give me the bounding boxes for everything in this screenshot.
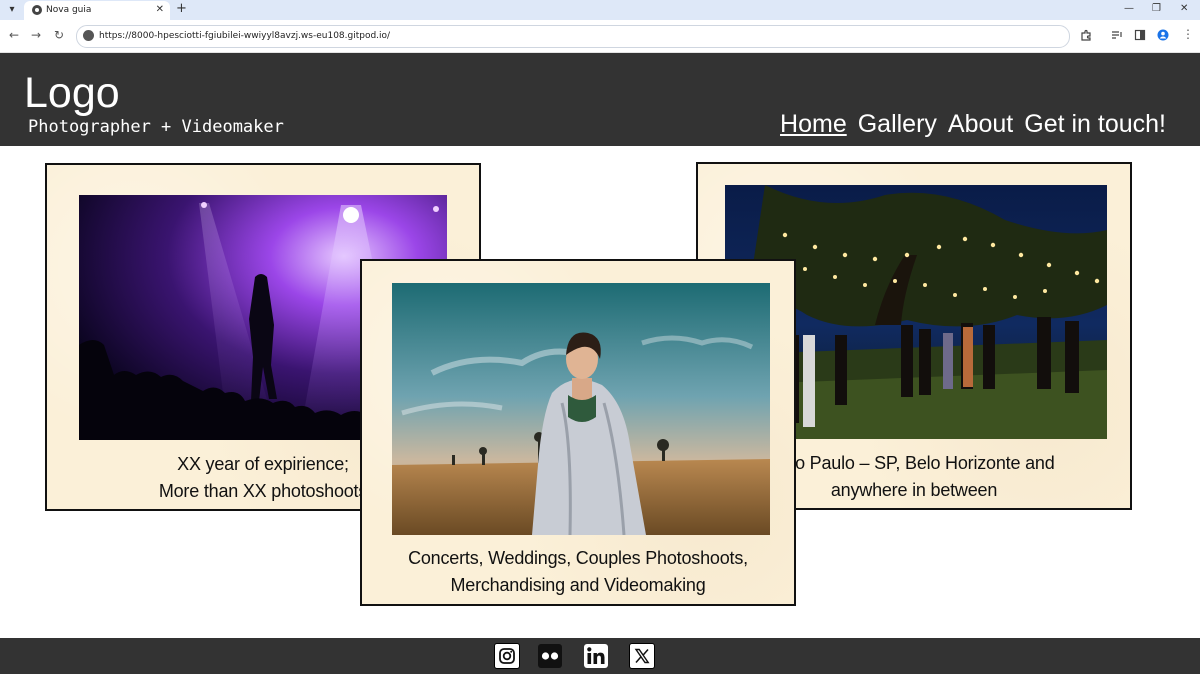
forward-arrow-icon[interactable]: → <box>31 28 41 42</box>
flickr-icon <box>538 644 562 668</box>
browser-tab[interactable]: Nova guia ✕ <box>24 1 170 20</box>
site-info-icon[interactable] <box>83 30 94 41</box>
tab-title: Nova guia <box>46 5 92 15</box>
profile-avatar-icon[interactable] <box>1157 29 1169 41</box>
browser-toolbar: ← → ↻ https://8000-hpesciotti-fgiubilei-… <box>0 20 1200 53</box>
x-link[interactable] <box>629 643 655 669</box>
address-bar[interactable]: https://8000-hpesciotti-fgiubilei-wwiyyl… <box>76 25 1070 48</box>
tab-search-chevron-icon[interactable]: ▾ <box>4 2 20 18</box>
window-close-icon[interactable]: ✕ <box>1180 2 1188 16</box>
browser-tab-bar: ▾ Nova guia ✕ + — ❐ ✕ <box>0 0 1200 20</box>
back-arrow-icon[interactable]: ← <box>9 28 19 42</box>
flickr-link[interactable] <box>537 643 563 669</box>
portrait-photo <box>392 283 770 535</box>
restore-icon[interactable]: ❐ <box>1152 2 1161 16</box>
nav-link-about[interactable]: About <box>948 109 1013 139</box>
new-tab-plus-icon[interactable]: + <box>176 1 187 17</box>
minimize-icon[interactable]: — <box>1124 2 1134 16</box>
site-footer <box>0 638 1200 674</box>
reload-icon[interactable]: ↻ <box>54 28 64 42</box>
nav-link-get-in-touch[interactable]: Get in touch! <box>1024 109 1166 139</box>
nav-link-gallery[interactable]: Gallery <box>858 109 937 139</box>
linkedin-link[interactable] <box>583 643 609 669</box>
instagram-link[interactable] <box>494 643 520 669</box>
site-header: Logo Photographer + Videomaker Home Gall… <box>0 53 1200 146</box>
browser-menu-icon[interactable]: ⋮ <box>1182 27 1194 41</box>
side-panel-icon[interactable] <box>1134 29 1146 41</box>
caption-line: Merchandising and Videomaking <box>450 575 706 595</box>
instagram-icon <box>499 648 515 664</box>
address-url[interactable]: https://8000-hpesciotti-fgiubilei-wwiyyl… <box>99 30 390 42</box>
caption-line: Concerts, Weddings, Couples Photoshoots, <box>408 548 748 568</box>
services-card: Concerts, Weddings, Couples Photoshoots,… <box>360 259 796 606</box>
nav-link-home[interactable]: Home <box>780 109 847 139</box>
services-caption: Concerts, Weddings, Couples Photoshoots,… <box>362 545 794 599</box>
tab-close-icon[interactable]: ✕ <box>156 3 164 17</box>
extensions-puzzle-icon[interactable] <box>1080 29 1092 41</box>
media-controls-icon[interactable] <box>1111 29 1123 41</box>
tab-favicon-icon <box>32 5 42 15</box>
main-nav: Home Gallery About Get in touch! <box>780 109 1166 139</box>
x-icon <box>634 648 650 664</box>
linkedin-icon <box>584 644 608 668</box>
site-tagline: Photographer + Videomaker <box>28 117 284 137</box>
site-logo[interactable]: Logo <box>24 69 120 117</box>
